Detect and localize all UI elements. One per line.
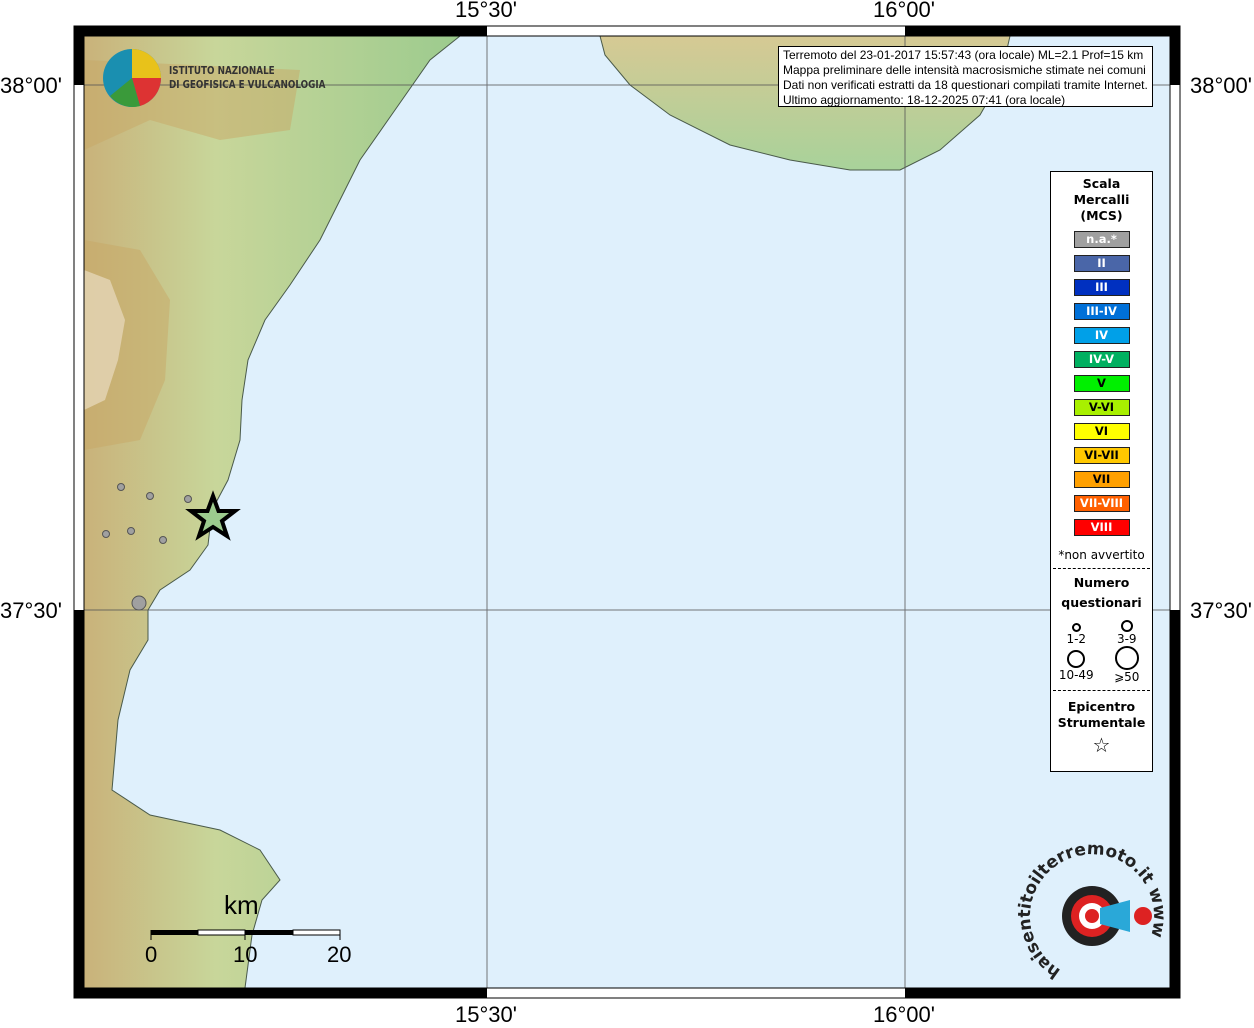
epi-title-line: Epicentro bbox=[1067, 699, 1136, 714]
lat-tick-right: 38°00' bbox=[1190, 73, 1252, 98]
lat-tick-left: 37°30' bbox=[0, 598, 62, 623]
intensity-swatch: IV bbox=[1073, 327, 1130, 344]
info-line: Dati non verificati estratti da 18 quest… bbox=[783, 78, 1148, 92]
count-title: Numero questionari bbox=[1051, 573, 1152, 613]
epi-title-line: Strumentale bbox=[1057, 715, 1146, 730]
lon-tick-bottom: 16°00' bbox=[873, 1002, 935, 1027]
epicenter-title: Epicentro Strumentale bbox=[1051, 699, 1152, 731]
lon-tick-bottom: 15°30' bbox=[455, 1002, 517, 1027]
intensity-swatch: III bbox=[1073, 279, 1130, 296]
legend-title-line: Scala bbox=[1082, 176, 1121, 191]
intensity-point bbox=[127, 527, 135, 535]
ingv-logo-text: ISTITUTO NAZIONALE DI GEOFISICA E VULCAN… bbox=[169, 64, 325, 92]
info-line: Terremoto del 23-01-2017 15:57:43 (ora l… bbox=[783, 48, 1144, 62]
intensity-swatch: V-VI bbox=[1073, 399, 1130, 416]
lon-tick-top: 16°00' bbox=[873, 0, 935, 22]
legend-title-line: Mercalli bbox=[1073, 192, 1130, 207]
intensity-swatch: V bbox=[1073, 375, 1130, 392]
lat-tick-left: 38°00' bbox=[0, 73, 62, 98]
scale-unit: km bbox=[224, 890, 259, 920]
intensity-swatch: III-IV bbox=[1073, 303, 1130, 320]
not-felt-note: *non avvertito bbox=[1058, 548, 1145, 562]
intensity-point bbox=[159, 536, 167, 544]
scale-label: 10 bbox=[233, 942, 258, 967]
intensity-swatch: VI bbox=[1073, 423, 1130, 440]
intensity-point bbox=[102, 530, 110, 538]
intensity-swatch: n.a.* bbox=[1073, 231, 1130, 248]
intensity-point bbox=[131, 595, 147, 611]
legend-title-line: (MCS) bbox=[1080, 208, 1123, 223]
scale-label: 20 bbox=[327, 942, 352, 967]
count-label: 1-2 bbox=[1066, 632, 1087, 646]
star-icon: ☆ bbox=[1092, 733, 1111, 757]
circle-small-icon bbox=[1071, 623, 1081, 632]
lon-tick-top: 15°30' bbox=[455, 0, 517, 22]
divider bbox=[1053, 568, 1150, 569]
circle-large-icon bbox=[1067, 650, 1086, 668]
count-title-line: Numero bbox=[1073, 575, 1130, 590]
info-line: Ultimo aggiornamento: 18-12-2025 07:41 (… bbox=[783, 93, 1066, 107]
scale-label: 0 bbox=[145, 942, 158, 967]
circle-medium-icon bbox=[1120, 620, 1133, 632]
circle-xlarge-icon bbox=[1114, 646, 1139, 670]
legend: Scala Mercalli (MCS) n.a.* II III III-IV IV I… bbox=[1050, 171, 1153, 772]
intensity-swatch: IV-V bbox=[1073, 351, 1130, 368]
count-title-line: questionari bbox=[1061, 595, 1142, 610]
event-info-box: Terremoto del 23-01-2017 15:57:43 (ora l… bbox=[778, 46, 1153, 107]
count-label: 10-49 bbox=[1058, 668, 1094, 682]
info-line: Mappa preliminare delle intensità macros… bbox=[783, 63, 1146, 77]
intensity-swatch: II bbox=[1073, 255, 1130, 272]
intensity-swatch: VI-VII bbox=[1073, 447, 1130, 464]
ingv-line1: ISTITUTO NAZIONALE bbox=[169, 64, 275, 77]
legend-title: Scala Mercalli (MCS) bbox=[1051, 176, 1152, 224]
divider bbox=[1053, 690, 1150, 691]
intensity-scale: n.a.* II III III-IV IV IV-V V V-VI VI VI-VII VII VI… bbox=[1051, 231, 1152, 536]
intensity-swatch: VII bbox=[1073, 471, 1130, 488]
intensity-point bbox=[184, 495, 192, 503]
intensity-point bbox=[146, 492, 154, 500]
intensity-swatch: VIII bbox=[1073, 519, 1130, 536]
ingv-logo-icon bbox=[103, 49, 162, 107]
ingv-line2: DI GEOFISICA E VULCANOLOGIA bbox=[169, 78, 326, 91]
count-label: 3-9 bbox=[1116, 632, 1137, 646]
count-legend: 1-2 3-9 10-49 ⩾50 bbox=[1051, 619, 1152, 684]
count-label: ⩾50 bbox=[1114, 670, 1140, 684]
intensity-swatch: VII-VIII bbox=[1073, 495, 1130, 512]
intensity-point bbox=[117, 483, 125, 491]
lat-tick-right: 37°30' bbox=[1190, 598, 1252, 623]
